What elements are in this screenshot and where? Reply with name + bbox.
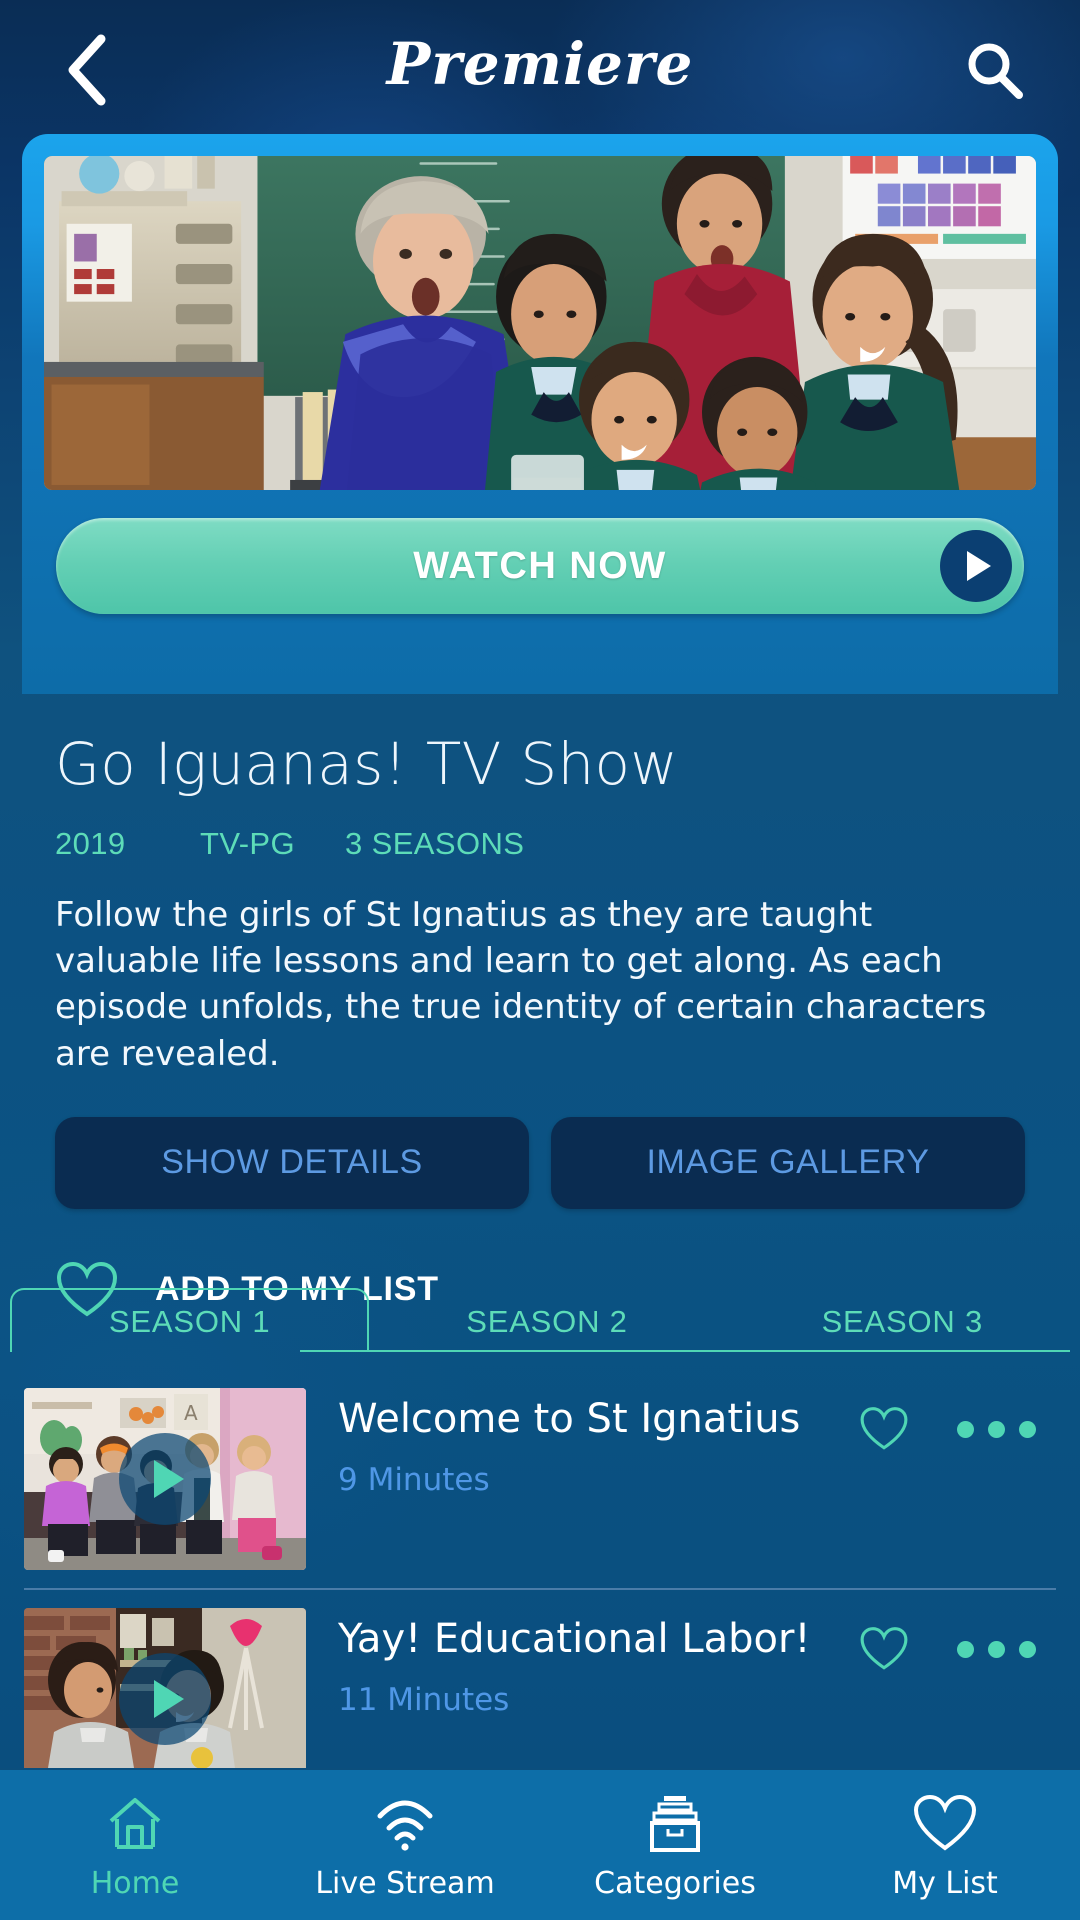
watch-now-button[interactable]: WATCH NOW	[56, 518, 1024, 614]
nav-item-categories[interactable]: Categories	[540, 1770, 810, 1920]
image-gallery-label: IMAGE GALLERY	[646, 1143, 930, 1182]
hero-image	[44, 156, 1036, 490]
show-synopsis: Follow the girls of St Ignatius as they …	[55, 895, 987, 1074]
episode-actions	[859, 1608, 1054, 1672]
hero-card: WATCH NOW	[22, 134, 1058, 694]
episode-title: Welcome to St Ignatius	[338, 1396, 801, 1442]
play-icon	[940, 530, 1012, 602]
show-details-label: SHOW DETAILS	[161, 1143, 423, 1182]
heart-outline-icon[interactable]	[859, 1626, 909, 1672]
tab-season-3[interactable]: SEASON 3	[725, 1304, 1080, 1352]
chevron-left-icon	[68, 34, 106, 106]
heart-outline-icon	[913, 1790, 977, 1856]
nav-item-categories-label: Categories	[594, 1865, 756, 1901]
tab-season-1-label: SEASON 1	[108, 1304, 271, 1339]
episode-list: A Welcome to St Ignatius 9 Minutes Yay! …	[0, 1370, 1080, 1828]
episode-thumbnail[interactable]	[24, 1608, 306, 1790]
file-box-icon	[644, 1790, 706, 1856]
episode-text: Yay! Educational Labor! 11 Minutes	[306, 1608, 859, 1718]
episode-text: Welcome to St Ignatius 9 Minutes	[306, 1388, 859, 1498]
show-details-section: Go Iguanas! TV Show 2019 TV-PG 3 SEASONS…	[0, 730, 1080, 1319]
episode-actions	[859, 1388, 1054, 1452]
nav-item-my-list[interactable]: My List	[810, 1770, 1080, 1920]
more-horizontal-icon[interactable]	[957, 1640, 1036, 1658]
image-gallery-button[interactable]: IMAGE GALLERY	[551, 1116, 1025, 1209]
tabs-underline	[300, 1350, 1070, 1352]
svg-text:A: A	[184, 1401, 198, 1425]
more-horizontal-icon[interactable]	[957, 1420, 1036, 1438]
episode-thumbnail[interactable]: A	[24, 1388, 306, 1570]
bottom-navigation: Home Live Stream Categories My List	[0, 1768, 1080, 1920]
tab-season-2[interactable]: SEASON 2	[369, 1304, 724, 1352]
home-icon	[105, 1790, 165, 1856]
show-action-row: SHOW DETAILS IMAGE GALLERY	[55, 1116, 1025, 1209]
episode-duration: 9 Minutes	[338, 1462, 490, 1498]
search-icon	[968, 43, 1023, 99]
heart-outline-icon[interactable]	[859, 1406, 909, 1452]
meta-rating: TV-PG	[200, 826, 296, 861]
app-header: Premiere	[0, 0, 1080, 140]
nav-item-home[interactable]: Home	[0, 1770, 270, 1920]
nav-item-home-label: Home	[90, 1865, 180, 1901]
watch-now-label: WATCH NOW	[413, 544, 667, 587]
episode-title: Yay! Educational Labor!	[338, 1616, 811, 1662]
search-button[interactable]	[958, 34, 1030, 106]
page-title: Go Iguanas! TV Show	[55, 730, 679, 798]
nav-item-my-list-label: My List	[892, 1865, 998, 1901]
nav-item-live-stream[interactable]: Live Stream	[270, 1770, 540, 1920]
nav-item-live-stream-label: Live Stream	[315, 1865, 495, 1901]
meta-year: 2019	[55, 826, 126, 861]
tab-season-2-label: SEASON 2	[466, 1304, 628, 1339]
season-tabs: SEASON 1 SEASON 2 SEASON 3	[0, 1288, 1080, 1352]
play-icon	[119, 1433, 211, 1525]
play-icon	[119, 1653, 211, 1745]
list-item[interactable]: A Welcome to St Ignatius 9 Minutes	[0, 1370, 1080, 1570]
show-details-button[interactable]: SHOW DETAILS	[55, 1116, 529, 1209]
watch-now-wrapper: WATCH NOW	[44, 518, 1036, 614]
classroom-scene-illustration	[44, 156, 1036, 490]
meta-seasons: 3 SEASONS	[345, 826, 525, 861]
app-root: Premiere WATCH NOW Go Iguanas! TV Show 2…	[0, 0, 1080, 1920]
tab-season-1[interactable]: SEASON 1	[10, 1288, 370, 1352]
episode-duration: 11 Minutes	[338, 1682, 510, 1718]
tab-season-3-label: SEASON 3	[821, 1304, 984, 1339]
show-meta-row: 2019 TV-PG 3 SEASONS	[55, 826, 1025, 862]
back-button[interactable]	[50, 34, 122, 106]
list-item[interactable]: Yay! Educational Labor! 11 Minutes	[0, 1590, 1080, 1790]
wifi-icon	[374, 1790, 436, 1856]
app-title: Premiere	[386, 30, 694, 98]
